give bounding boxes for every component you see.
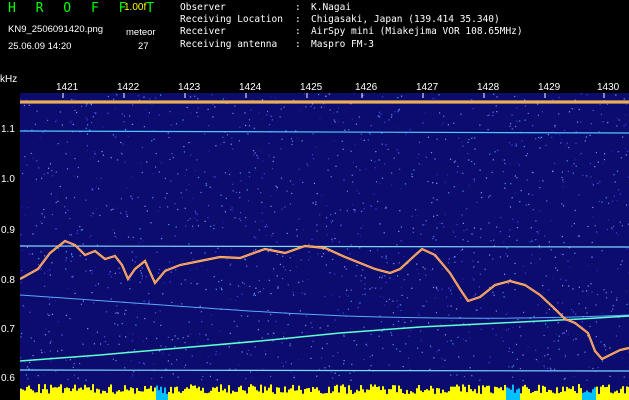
spectrogram [20, 93, 629, 400]
x-tick-label: 1424 [239, 82, 262, 93]
x-tick-label: 1425 [300, 82, 323, 93]
info-key: Receiving antenna [180, 38, 278, 50]
x-tick-label: 1428 [477, 82, 500, 93]
info-value: Maspro FM-3 [311, 38, 374, 50]
x-tick-label: 1429 [538, 82, 561, 93]
meteor-count: 27 [138, 41, 149, 52]
y-tick-label: 0.9 [1, 225, 15, 236]
info-row-receiver: Receiver: AirSpy mini (Miakejima VOR 108.… [180, 26, 523, 38]
y-tick-label: 0.6 [1, 373, 15, 384]
y-axis-unit: kHz [0, 74, 18, 85]
info-value: Chigasaki, Japan (139.414 35.340) [311, 14, 500, 26]
y-tick-label: 0.7 [1, 324, 15, 335]
info-key: Receiving Location [180, 14, 283, 26]
x-tick-label: 1427 [416, 82, 439, 93]
meteor-label: meteor [126, 27, 156, 38]
version-label: 1.00f [124, 2, 147, 13]
info-key: Observer [180, 2, 226, 13]
station-info: Observer: K.Nagai Receiving Location: Chig… [180, 2, 523, 51]
header-panel: H R O F F T 1.00f KN9_2506091420.png met… [0, 0, 629, 72]
y-tick-label: 0.8 [1, 275, 15, 286]
y-tick-label: 1.1 [1, 124, 15, 135]
y-tick-label: 1.0 [1, 174, 15, 185]
x-tick-label: 1422 [117, 82, 140, 93]
info-value: K.Nagai [311, 2, 352, 13]
info-row-observer: Observer: K.Nagai [180, 2, 352, 13]
datetime-label: 25.06.09 14:20 [8, 41, 72, 52]
info-row-location: Receiving Location: Chigasaki, Japan (139… [180, 14, 500, 26]
x-tick-label: 1426 [355, 82, 378, 93]
info-key: Receiver [180, 26, 226, 38]
x-tick-label: 1423 [178, 82, 201, 93]
x-tick-label: 1430 [597, 82, 620, 93]
info-row-antenna: Receiving antenna: Maspro FM-3 [180, 38, 374, 50]
info-value: AirSpy mini (Miakejima VOR 108.65MHz) [311, 26, 523, 38]
x-tick-label: 1421 [56, 82, 79, 93]
filename-label: KN9_2506091420.png [8, 24, 104, 35]
